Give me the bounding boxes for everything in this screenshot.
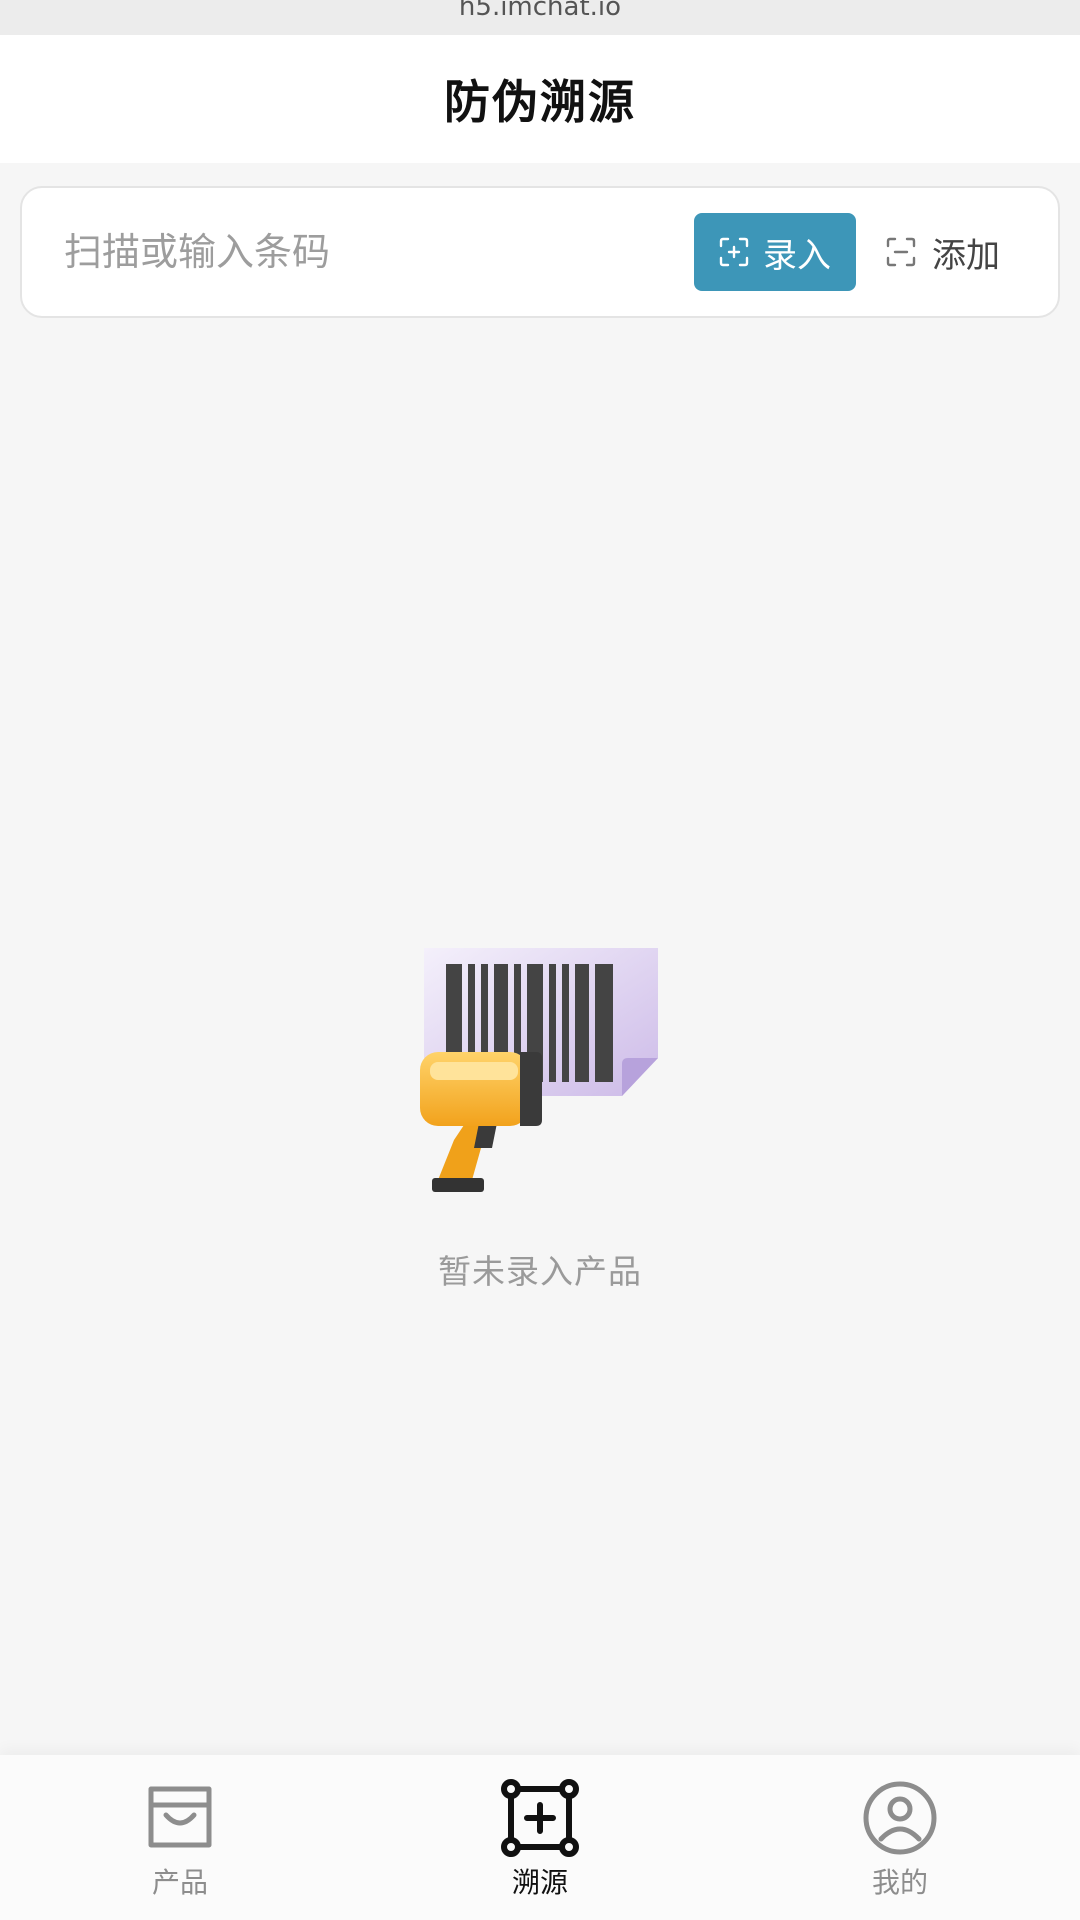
scan-frame-icon bbox=[886, 237, 916, 267]
tab-products[interactable]: 产品 bbox=[0, 1755, 360, 1920]
record-button[interactable]: 录入 bbox=[694, 213, 856, 291]
browser-url-bar: h5.imchat.io bbox=[0, 0, 1080, 35]
empty-state-message: 暂未录入产品 bbox=[438, 1252, 642, 1291]
page-title: 防伪溯源 bbox=[444, 75, 636, 129]
tab-products-label: 产品 bbox=[151, 1866, 208, 1899]
tab-trace[interactable]: 溯源 bbox=[360, 1755, 720, 1920]
barcode-entry-card: 录入 添加 bbox=[20, 186, 1060, 318]
browser-url: h5.imchat.io bbox=[458, 0, 622, 22]
shopping-bag-icon bbox=[148, 1786, 212, 1848]
page-header: 防伪溯源 bbox=[0, 35, 1080, 163]
tab-trace-label: 溯源 bbox=[511, 1866, 568, 1899]
tab-mine-label: 我的 bbox=[871, 1866, 928, 1899]
add-button[interactable]: 添加 bbox=[886, 228, 1000, 277]
user-circle-icon bbox=[863, 1781, 937, 1855]
barcode-scanner-icon bbox=[420, 948, 658, 1192]
trace-network-icon bbox=[501, 1779, 579, 1857]
record-button-label: 录入 bbox=[763, 235, 831, 276]
add-button-label: 添加 bbox=[932, 235, 1000, 276]
barcode-input[interactable] bbox=[22, 212, 694, 292]
empty-state: 暂未录入产品 bbox=[0, 940, 1080, 1293]
bottom-tab-bar: 产品 溯源 我的 bbox=[0, 1755, 1080, 1920]
scan-add-icon bbox=[719, 237, 749, 267]
tab-mine[interactable]: 我的 bbox=[720, 1755, 1080, 1920]
